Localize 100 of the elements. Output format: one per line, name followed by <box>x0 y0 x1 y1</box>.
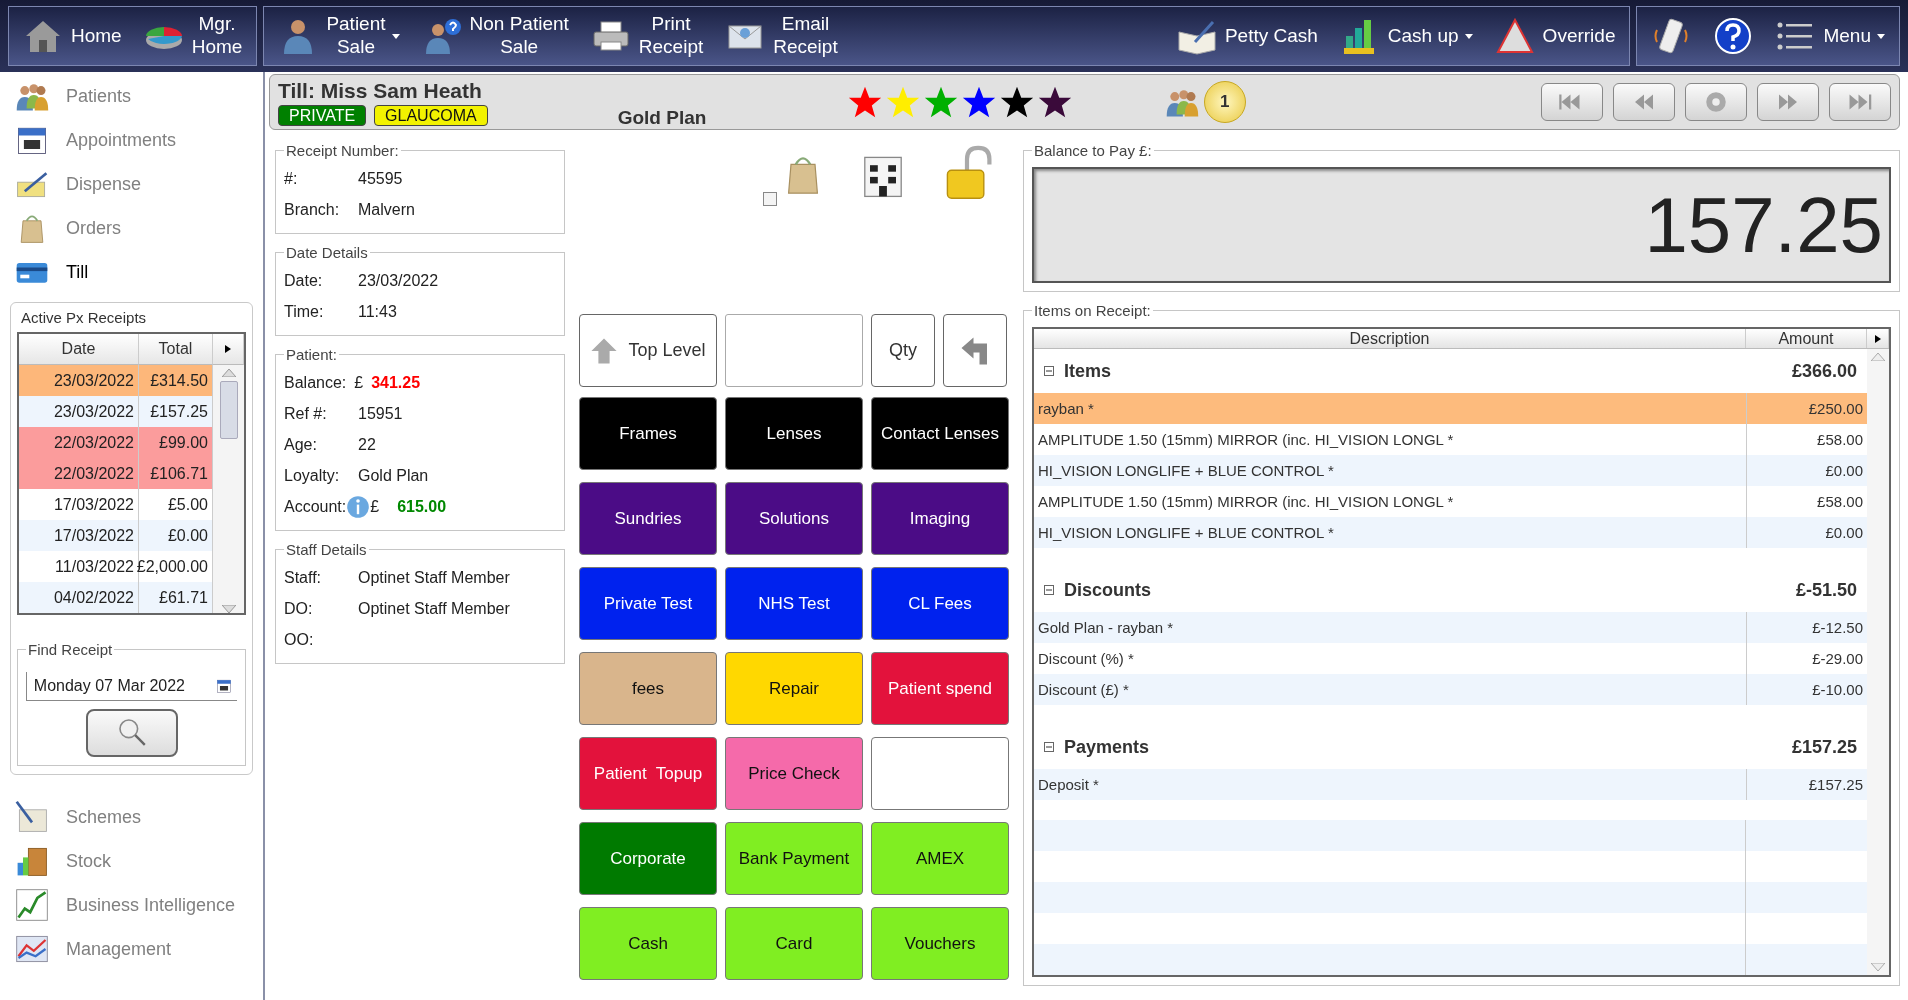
group-header[interactable]: Payments £157.25 <box>1034 725 1867 769</box>
table-cell[interactable]: £99.00 <box>139 427 213 458</box>
column-header[interactable]: Description <box>1034 329 1746 348</box>
product-button[interactable]: AMEX <box>871 822 1009 895</box>
product-button[interactable]: CL Fees <box>871 567 1009 640</box>
product-button[interactable]: Vouchers <box>871 907 1009 980</box>
table-cell[interactable]: £157.25 <box>1746 769 1867 800</box>
nav-item[interactable]: Business Intelligence <box>0 883 263 927</box>
product-button[interactable]: Price Check <box>725 737 863 810</box>
field-value: 23/03/2022 <box>358 271 439 290</box>
search-button[interactable] <box>85 709 178 757</box>
table-cell[interactable]: 23/03/2022 <box>19 365 139 396</box>
caret-icon <box>1877 33 1885 39</box>
toolbar-button[interactable]: Non Patient Sale <box>415 7 575 65</box>
date-field[interactable]: Monday 07 Mar 2022 <box>26 672 237 701</box>
table-cell[interactable]: 23/03/2022 <box>19 396 139 427</box>
nav-item[interactable]: Appointments <box>0 118 263 162</box>
product-button[interactable]: Lenses <box>725 397 863 470</box>
nav-button[interactable] <box>1757 83 1819 121</box>
panel-title: Active Px Receipts <box>20 308 148 328</box>
toolbar-button[interactable]: Print Receipt <box>584 7 710 65</box>
product-button[interactable]: Solutions <box>725 482 863 555</box>
product-button[interactable]: Patient Topup <box>579 737 717 810</box>
scroll-down-icon[interactable] <box>1871 963 1885 971</box>
scrollbar-thumb[interactable] <box>219 381 238 439</box>
scroll-down-icon[interactable] <box>221 605 236 613</box>
nav-item[interactable]: Stock <box>0 839 263 883</box>
table-cell[interactable]: 22/03/2022 <box>19 427 139 458</box>
table-cell[interactable]: Gold Plan - rayban * <box>1034 612 1746 643</box>
collapse-icon[interactable] <box>1044 742 1054 752</box>
table-cell[interactable]: £2,000.00 <box>139 551 213 582</box>
nav-button[interactable] <box>1685 83 1747 121</box>
collapse-icon[interactable] <box>1044 366 1054 376</box>
table-cell[interactable]: Deposit * <box>1034 769 1746 800</box>
back-button[interactable] <box>943 314 1007 387</box>
input-field[interactable] <box>725 314 863 387</box>
table-cell[interactable]: £-10.00 <box>1746 674 1867 705</box>
product-button[interactable]: Cash <box>579 907 717 980</box>
nav-item[interactable]: Patients <box>0 74 263 118</box>
nav-button[interactable] <box>1613 83 1675 121</box>
table-cell[interactable]: 22/03/2022 <box>19 458 139 489</box>
product-button[interactable]: Repair <box>725 652 863 725</box>
group-header[interactable]: Discounts £-51.50 <box>1034 568 1867 612</box>
product-button[interactable]: Imaging <box>871 482 1009 555</box>
table-cell[interactable]: £0.00 <box>139 520 213 551</box>
collapse-icon[interactable] <box>1044 585 1054 595</box>
product-button[interactable]: Bank Payment <box>725 822 863 895</box>
nav-button[interactable] <box>1541 83 1603 121</box>
table-cell[interactable]: £314.50 <box>139 365 213 396</box>
caret-icon <box>1464 33 1473 39</box>
table-cell[interactable]: £157.25 <box>139 396 213 427</box>
nav-item[interactable]: Till <box>0 250 263 294</box>
toolbar-button[interactable]: Home <box>17 7 128 65</box>
calendar-icon <box>215 677 233 695</box>
plan-name: Gold Plan <box>617 107 708 129</box>
keypad-button[interactable]: Top Level <box>579 314 717 387</box>
scroll-up-icon[interactable] <box>221 369 236 377</box>
toolbar-button[interactable]: Email Receipt <box>719 7 844 65</box>
account-value: 615.00 <box>397 497 447 516</box>
nav-item[interactable]: Management <box>0 927 263 971</box>
column-menu-icon <box>225 345 231 353</box>
toolbar-button[interactable]: Petty Cash <box>1170 7 1324 65</box>
table-cell[interactable]: rayban * <box>1034 393 1746 424</box>
table-cell[interactable]: £106.71 <box>139 458 213 489</box>
keypad-button[interactable]: Qty <box>871 314 935 387</box>
product-button[interactable] <box>871 737 1009 810</box>
table-cell[interactable]: £250.00 <box>1746 393 1867 424</box>
table-cell[interactable]: £-12.50 <box>1746 612 1867 643</box>
nav-button[interactable] <box>1829 83 1891 121</box>
table-cell[interactable]: 04/02/2022 <box>19 582 139 613</box>
column-header[interactable]: Amount <box>1746 329 1867 348</box>
table-cell[interactable]: £0.00 <box>1746 517 1867 548</box>
toolbar-button[interactable]: Mgr. Home <box>137 7 249 65</box>
scroll-up-icon[interactable] <box>1871 353 1885 361</box>
toolbar-button[interactable]: Patient Sale <box>272 7 406 65</box>
product-button[interactable]: Contact Lenses <box>871 397 1009 470</box>
table-cell[interactable]: HI_VISION LONGLIFE + BLUE CONTROL * <box>1034 455 1746 486</box>
product-button[interactable]: Sundries <box>579 482 717 555</box>
table-cell[interactable]: HI_VISION LONGLIFE + BLUE CONTROL * <box>1034 517 1746 548</box>
product-button[interactable]: Card <box>725 907 863 980</box>
product-button[interactable]: Frames <box>579 397 717 470</box>
table-cell[interactable]: £61.71 <box>139 582 213 613</box>
group-header[interactable]: Items £366.00 <box>1034 349 1867 393</box>
product-button[interactable]: Patient spend <box>871 652 1009 725</box>
panel-title: Receipt Number: <box>285 142 400 159</box>
table-cell[interactable]: £0.00 <box>1746 455 1867 486</box>
product-button[interactable]: Corporate <box>579 822 717 895</box>
nav-item[interactable]: Dispense <box>0 162 263 206</box>
toolbar-button[interactable]: Override <box>1488 7 1622 65</box>
nav-item[interactable]: Schemes <box>0 795 263 839</box>
checkbox[interactable] <box>763 192 777 206</box>
product-button[interactable]: fees <box>579 652 717 725</box>
field-label: Balance: <box>284 373 347 392</box>
table-cell[interactable]: 17/03/2022 <box>19 520 139 551</box>
nav-item[interactable]: Orders <box>0 206 263 250</box>
table-cell[interactable]: Discount (£) * <box>1034 674 1746 705</box>
product-button[interactable]: Private Test <box>579 567 717 640</box>
toolbar-button[interactable]: Menu <box>1769 7 1891 65</box>
product-button[interactable]: NHS Test <box>725 567 863 640</box>
toolbar-button[interactable]: Cash up <box>1333 7 1479 65</box>
